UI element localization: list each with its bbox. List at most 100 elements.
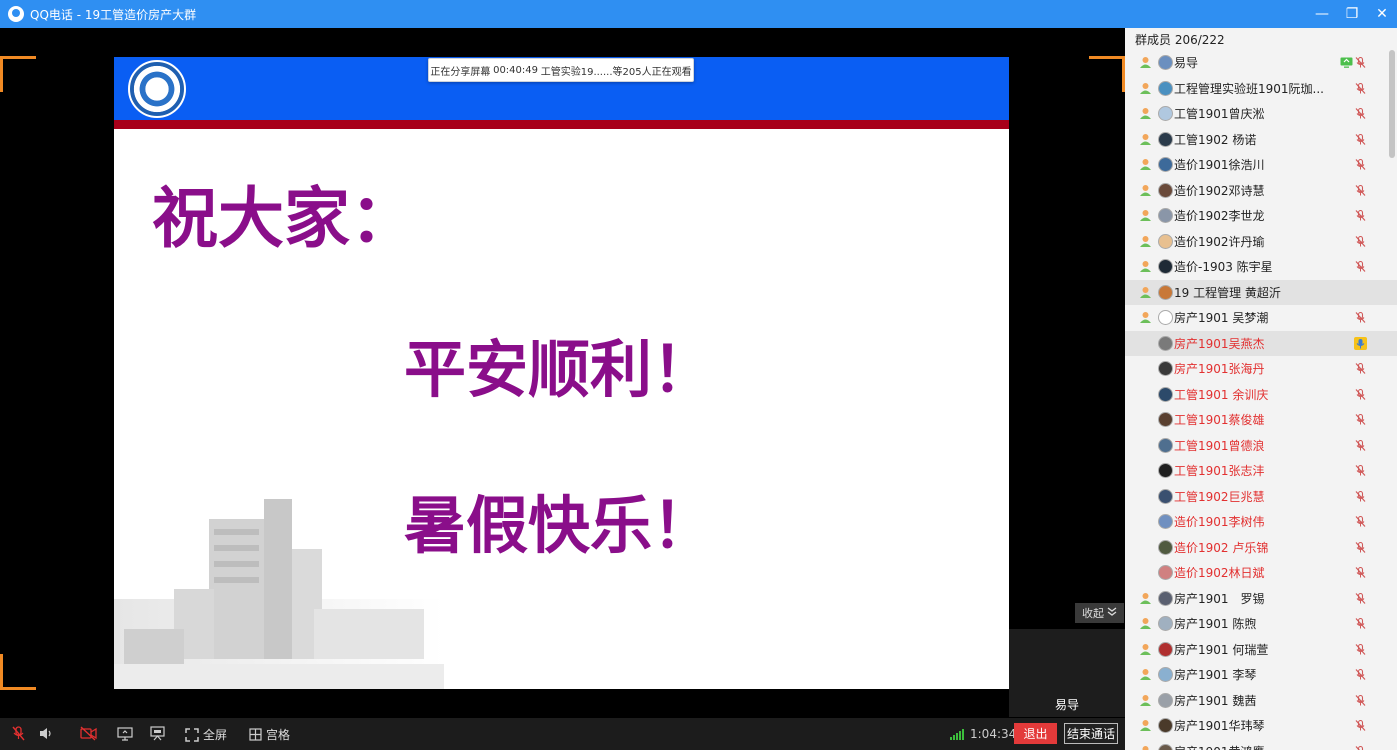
grid-view-button[interactable]: 宫格: [249, 726, 290, 743]
camera-off-icon: [80, 726, 97, 741]
window-title: QQ电话 - 19工管造价房产大群: [30, 7, 197, 22]
member-avatar: [1158, 565, 1173, 581]
mic-muted-icon: [1355, 388, 1366, 400]
member-row[interactable]: 工程管理实验班1901阮珈...: [1125, 76, 1397, 102]
member-row[interactable]: 工管1901曾庆淞: [1125, 101, 1397, 127]
camera-toggle-button[interactable]: [80, 726, 97, 741]
fullscreen-button[interactable]: 全屏: [185, 726, 227, 743]
mic-active-icon: [1354, 336, 1367, 350]
member-person-icon: [1140, 618, 1151, 630]
member-row[interactable]: 房产1901 陈煦: [1125, 611, 1397, 637]
member-avatar: [1158, 80, 1173, 96]
member-name: 19 工程管理 黄超沂: [1174, 285, 1281, 300]
member-person-icon: [1140, 312, 1151, 324]
member-person-icon: [1140, 694, 1151, 706]
mic-muted-icon: [1355, 516, 1366, 528]
member-row[interactable]: 工管1901张志沣: [1125, 458, 1397, 484]
member-avatar: [1158, 437, 1173, 453]
share-screen-button[interactable]: [117, 726, 133, 741]
member-avatar: [1158, 259, 1173, 275]
mic-muted-icon: [1355, 261, 1366, 273]
member-person-icon: [1140, 592, 1151, 604]
member-avatar: [1158, 335, 1173, 351]
member-person-icon: [1140, 669, 1151, 681]
member-name: 房产1901张海丹: [1174, 362, 1265, 377]
member-person-icon: [1140, 57, 1151, 69]
minimize-button[interactable]: —: [1307, 0, 1337, 28]
member-row[interactable]: 房产1901 吴梦潮: [1125, 305, 1397, 331]
call-duration: 1:04:34: [970, 727, 1017, 741]
qq-logo-icon: [8, 6, 24, 22]
member-row[interactable]: 易导: [1125, 50, 1397, 76]
member-avatar: [1158, 208, 1173, 224]
member-name: 造价1902李世龙: [1174, 209, 1265, 224]
member-row[interactable]: 房产1901黄鸿鹰: [1125, 739, 1397, 750]
exit-call-button[interactable]: 退出: [1014, 723, 1057, 744]
member-name: 工管1902巨兆慧: [1174, 489, 1265, 504]
member-row[interactable]: 工管1902巨兆慧: [1125, 484, 1397, 510]
speaker-volume-button[interactable]: [38, 726, 53, 741]
mic-muted-icon: [1355, 363, 1366, 375]
member-row[interactable]: 房产1901 罗锡: [1125, 586, 1397, 612]
restore-button[interactable]: ❐: [1337, 0, 1367, 28]
member-row[interactable]: 造价1902 卢乐锦: [1125, 535, 1397, 561]
close-button[interactable]: ✕: [1367, 0, 1397, 28]
member-row[interactable]: 造价1901徐浩川: [1125, 152, 1397, 178]
grid-icon: [249, 728, 262, 741]
member-avatar: [1158, 157, 1173, 173]
member-row[interactable]: 造价-1903 陈宇星: [1125, 254, 1397, 280]
member-row[interactable]: 工管1901曾德浪: [1125, 433, 1397, 459]
mic-muted-icon: [1355, 133, 1366, 145]
member-name: 工管1901蔡俊雄: [1174, 413, 1265, 428]
member-row[interactable]: 房产1901华玮琴: [1125, 713, 1397, 739]
member-row[interactable]: 房产1901张海丹: [1125, 356, 1397, 382]
member-avatar: [1158, 55, 1173, 71]
member-avatar: [1158, 616, 1173, 632]
mic-muted-icon: [1355, 643, 1366, 655]
screen-sharing-icon: [1340, 57, 1353, 69]
member-row[interactable]: 造价1901李树伟: [1125, 509, 1397, 535]
member-person-icon: [1142, 745, 1149, 750]
member-row[interactable]: 造价1902许丹瑜: [1125, 229, 1397, 255]
member-name: 房产1901 罗锡: [1174, 591, 1265, 606]
member-row[interactable]: 造价1902林日斌: [1125, 560, 1397, 586]
slide-wish-line: 平安顺利！: [404, 333, 715, 406]
mic-muted-icon: [1355, 669, 1366, 681]
speaker-name: 易导: [1054, 698, 1079, 712]
member-avatar: [1158, 488, 1173, 504]
member-row[interactable]: 造价1902邓诗慧: [1125, 178, 1397, 204]
screen-share-status-bar[interactable]: 正在分享屏幕 00:40:49 工管实验19......等205人正在观看: [428, 58, 694, 82]
member-list-scrollbar[interactable]: [1389, 50, 1395, 158]
speaker-video-tile[interactable]: 易导: [1009, 629, 1125, 717]
member-name: 工管1901 余训庆: [1174, 387, 1269, 402]
member-row[interactable]: 19 工程管理 黄超沂: [1125, 279, 1397, 305]
collapse-video-button[interactable]: 收起: [1075, 603, 1124, 623]
end-call-button[interactable]: 结束通话: [1064, 723, 1118, 744]
member-avatar: [1158, 539, 1173, 555]
member-name: 工管1901曾德浪: [1174, 438, 1265, 453]
member-name: 造价1901李树伟: [1174, 515, 1265, 530]
slide-heading: 祝大家：: [152, 180, 416, 257]
member-row[interactable]: 房产1901吴燕杰: [1125, 330, 1397, 356]
member-row[interactable]: 房产1901 何瑞萱: [1125, 637, 1397, 663]
mic-muted-icon: [1355, 720, 1366, 732]
member-person-icon: [1140, 720, 1151, 732]
member-row[interactable]: 工管1901蔡俊雄: [1125, 407, 1397, 433]
member-person-icon: [1140, 159, 1151, 171]
member-person-icon: [1140, 235, 1151, 247]
mic-toggle-button[interactable]: [11, 726, 26, 741]
presentation-button[interactable]: [150, 726, 165, 741]
mic-muted-icon: [1355, 414, 1366, 426]
member-row[interactable]: 造价1902李世龙: [1125, 203, 1397, 229]
member-row[interactable]: 工管1901 余训庆: [1125, 382, 1397, 408]
member-name: 房产1901吴燕杰: [1174, 336, 1265, 351]
member-row[interactable]: 工管1902 杨诺: [1125, 127, 1397, 153]
member-row[interactable]: 房产1901 魏茜: [1125, 688, 1397, 714]
stage-corner-marker: [1089, 56, 1125, 92]
share-state-label: 正在分享屏幕: [430, 66, 491, 78]
member-row[interactable]: 房产1901 李琴: [1125, 662, 1397, 688]
mic-muted-icon: [1355, 618, 1366, 630]
member-name: 工管1902 杨诺: [1174, 132, 1257, 147]
network-signal-icon: [950, 728, 964, 740]
member-name: 造价1902邓诗慧: [1174, 183, 1265, 198]
